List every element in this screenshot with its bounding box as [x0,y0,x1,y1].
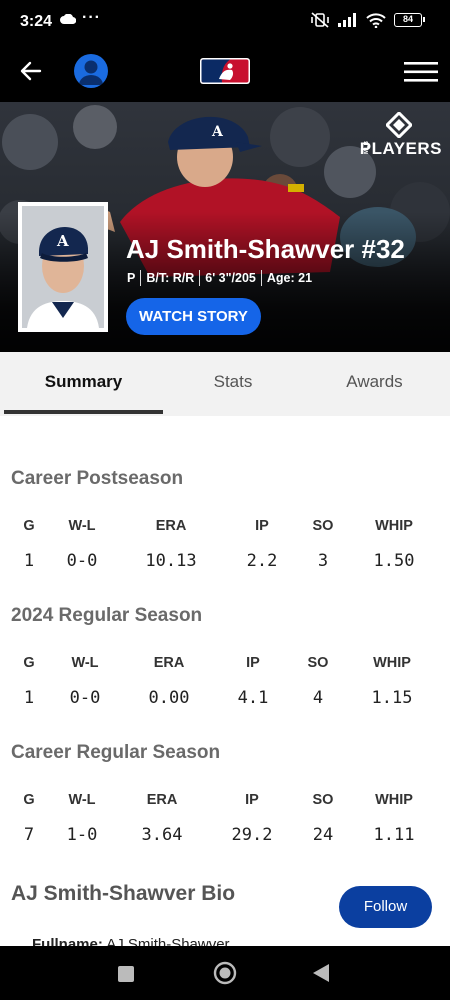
player-hero-banner: A MLB PLAYERS A AJ Smith-Shawver #32 P B… [0,102,450,352]
active-tab-indicator [4,410,163,414]
stat-value-wl: 0-0 [69,688,101,708]
stat-value-era: 3.64 [141,825,183,845]
stat-header-era: ERA [155,518,187,534]
svg-text:A: A [211,124,224,140]
stat-header-whip: WHIP [373,655,411,671]
summary-content[interactable]: Career Postseason G W-L ERA IP SO WHIP 1… [0,416,450,946]
stat-value-so: 3 [317,551,329,571]
stat-value-whip: 1.50 [373,551,415,571]
stat-value-wl: 0-0 [66,551,98,571]
stat-header-so: SO [312,518,334,534]
app-header [0,44,450,102]
section-title-2024-regular-season: 2024 Regular Season [11,605,203,626]
player-meta: P B/T: R/R 6' 3"/205 Age: 21 [127,270,312,286]
stat-value-era: 10.13 [145,551,197,571]
tab-stats[interactable]: Stats [163,352,303,416]
stat-value-era: 0.00 [148,688,190,708]
status-icons: 84 [310,12,425,28]
player-name: AJ Smith-Shawver #32 [126,234,405,264]
mlb-logo[interactable] [200,58,250,84]
stat-header-whip: WHIP [375,792,413,808]
stat-header-ip: IP [245,792,259,808]
watch-story-button[interactable]: WATCH STORY [126,298,261,335]
home-icon[interactable] [213,961,237,985]
stat-value-wl: 1-0 [66,825,98,845]
meta-divider [199,270,201,286]
battery-icon: 84 [394,13,425,27]
players-diamond-icon [386,112,412,138]
status-bar: 3:24 ··· 84 [0,0,450,44]
stat-value-whip: 1.15 [371,688,413,708]
player-height-weight: 6' 3"/205 [205,271,256,285]
stat-header-whip: WHIP [375,518,413,534]
meta-divider [260,270,262,286]
arrow-left-icon[interactable] [18,58,44,84]
recent-apps-icon[interactable] [117,965,135,983]
player-headshot: A [18,202,108,332]
hamburger-menu-icon[interactable] [404,60,438,84]
stat-header-wl: W-L [71,655,99,671]
players-logo-text: PLAYERS [359,139,442,158]
signal-icon [338,13,356,27]
stat-header-ip: IP [255,518,269,534]
system-navigation-bar [0,946,450,1000]
tab-awards[interactable]: Awards [303,352,446,416]
follow-button[interactable]: Follow [339,886,432,928]
section-title-career-postseason: Career Postseason [11,468,184,489]
more-notifications-icon: ··· [82,9,101,26]
meta-divider [140,270,142,286]
stat-value-ip: 29.2 [231,825,273,845]
vibrate-off-icon [311,12,329,28]
stat-header-ip: IP [246,655,260,671]
status-time: 3:24 [20,13,53,30]
wifi-icon [366,12,386,28]
player-photo: A [22,206,104,328]
svg-text:A: A [56,232,69,250]
stat-header-wl: W-L [68,518,96,534]
bio-fullname-label: Fullname: [32,936,103,946]
stat-value-so: 24 [312,825,334,845]
user-circle-icon[interactable] [74,54,108,88]
stat-header-so: SO [307,655,329,671]
cloud-icon [60,14,76,24]
stat-header-wl: W-L [68,792,96,808]
back-triangle-icon[interactable] [312,963,330,983]
stat-header-so: SO [312,792,334,808]
player-age: Age: 21 [266,271,313,285]
stat-value-so: 4 [312,688,324,708]
section-title-career-regular-season: Career Regular Season [11,742,221,763]
stat-header-era: ERA [146,792,178,808]
tab-summary[interactable]: Summary [4,352,163,416]
stat-header-era: ERA [153,655,185,671]
mlb-players-logo: MLB PLAYERS [358,112,442,160]
player-position: P [127,271,136,285]
player-tabs: Summary Stats Awards [0,352,450,416]
bio-fullname: Fullname: AJ Smith-Shawver [32,936,230,946]
bio-title: AJ Smith-Shawver Bio [11,882,236,905]
stat-value-whip: 1.11 [373,825,415,845]
bio-fullname-value: AJ Smith-Shawver [106,936,230,946]
player-bats-throws: B/T: R/R [146,271,195,285]
